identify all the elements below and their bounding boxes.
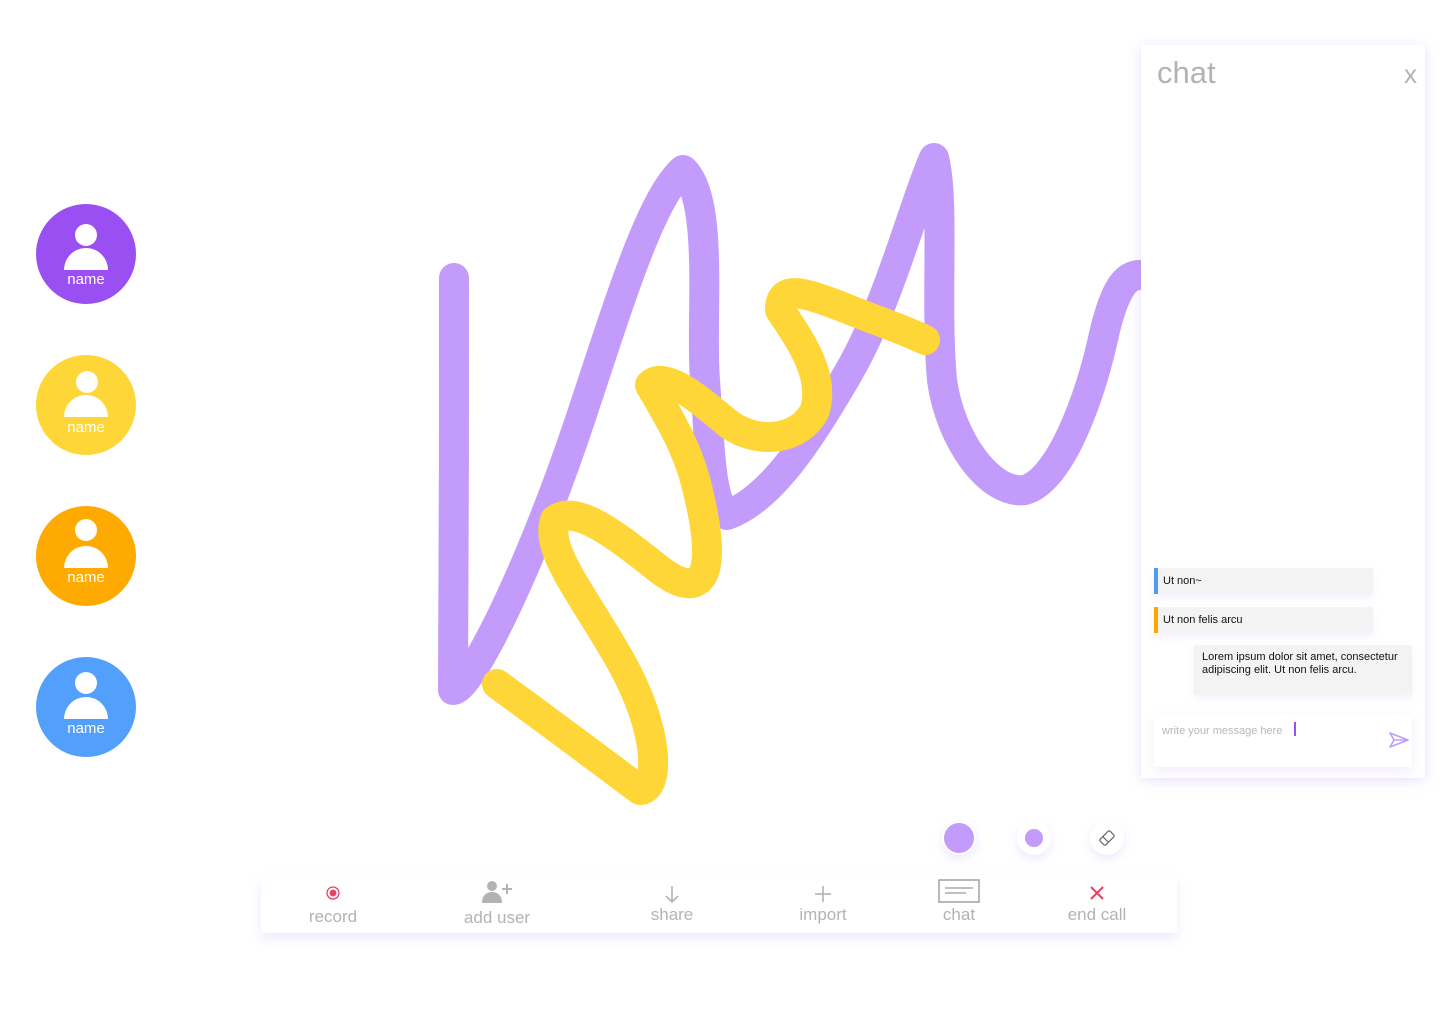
user-body-icon bbox=[64, 546, 108, 568]
send-icon[interactable] bbox=[1388, 731, 1410, 749]
pen-small-dot bbox=[1025, 829, 1043, 847]
chat-label: chat bbox=[942, 905, 976, 924]
chat-message-text: Lorem ipsum dolor sit amet, consectetur … bbox=[1202, 651, 1398, 676]
end-call-label: end call bbox=[1067, 905, 1127, 924]
chat-title: chat bbox=[1157, 55, 1216, 90]
participant-name: name bbox=[67, 271, 105, 288]
pen-small-button[interactable] bbox=[1017, 821, 1051, 855]
record-icon bbox=[326, 886, 340, 900]
user-body-icon bbox=[64, 248, 108, 270]
participant-avatar-1[interactable]: name bbox=[36, 204, 136, 304]
pen-large-dot bbox=[944, 823, 974, 853]
share-label: share bbox=[650, 905, 694, 924]
download-icon bbox=[665, 886, 679, 904]
chat-panel: chat x Ut non~ Ut non felis arcu Lorem i… bbox=[1141, 45, 1425, 778]
chat-message-input[interactable] bbox=[1162, 723, 1382, 739]
user-head-icon bbox=[75, 672, 97, 694]
chat-message: Ut non felis arcu bbox=[1154, 607, 1373, 633]
eraser-button[interactable] bbox=[1090, 821, 1124, 855]
user-head-icon bbox=[75, 519, 97, 541]
participant-avatar-4[interactable]: name bbox=[36, 657, 136, 757]
end-call-button[interactable]: end call bbox=[1047, 875, 1147, 933]
user-body-icon bbox=[64, 697, 108, 719]
user-body-icon bbox=[64, 395, 108, 417]
message-accent-bar bbox=[1154, 568, 1158, 594]
user-head-icon bbox=[75, 224, 97, 246]
participant-name: name bbox=[67, 569, 105, 586]
own-chat-message: Lorem ipsum dolor sit amet, consectetur … bbox=[1194, 645, 1412, 695]
record-label: record bbox=[308, 907, 358, 926]
participant-avatar-2[interactable]: name bbox=[36, 355, 136, 455]
close-chat-button[interactable]: x bbox=[1404, 59, 1417, 90]
import-label: import bbox=[799, 905, 847, 924]
chat-message: Ut non~ bbox=[1154, 568, 1373, 594]
share-button[interactable]: share bbox=[622, 875, 722, 933]
whiteboard-app: name name name name chat x Ut non~ Ut no… bbox=[0, 0, 1440, 1024]
user-head-icon bbox=[76, 371, 98, 393]
text-caret bbox=[1294, 722, 1296, 736]
add-user-label: add user bbox=[463, 908, 531, 927]
pen-large-button[interactable] bbox=[942, 821, 976, 855]
chat-message-text: Ut non~ bbox=[1163, 575, 1202, 587]
close-icon bbox=[1090, 886, 1104, 900]
participant-avatar-3[interactable]: name bbox=[36, 506, 136, 606]
message-accent-bar bbox=[1154, 607, 1158, 633]
chat-icon bbox=[938, 879, 980, 903]
participant-name: name bbox=[67, 419, 105, 436]
chat-button[interactable]: chat bbox=[919, 875, 999, 933]
chat-message-text: Ut non felis arcu bbox=[1163, 614, 1243, 626]
participant-name: name bbox=[67, 720, 105, 737]
plus-icon bbox=[815, 886, 831, 902]
eraser-icon bbox=[1099, 830, 1115, 846]
call-toolbar: record add user share import chat end ca… bbox=[261, 875, 1177, 933]
add-user-icon bbox=[482, 881, 512, 903]
add-user-button[interactable]: add user bbox=[447, 875, 547, 933]
chat-input-box bbox=[1154, 715, 1412, 767]
record-button[interactable]: record bbox=[281, 875, 385, 933]
import-button[interactable]: import bbox=[773, 875, 873, 933]
